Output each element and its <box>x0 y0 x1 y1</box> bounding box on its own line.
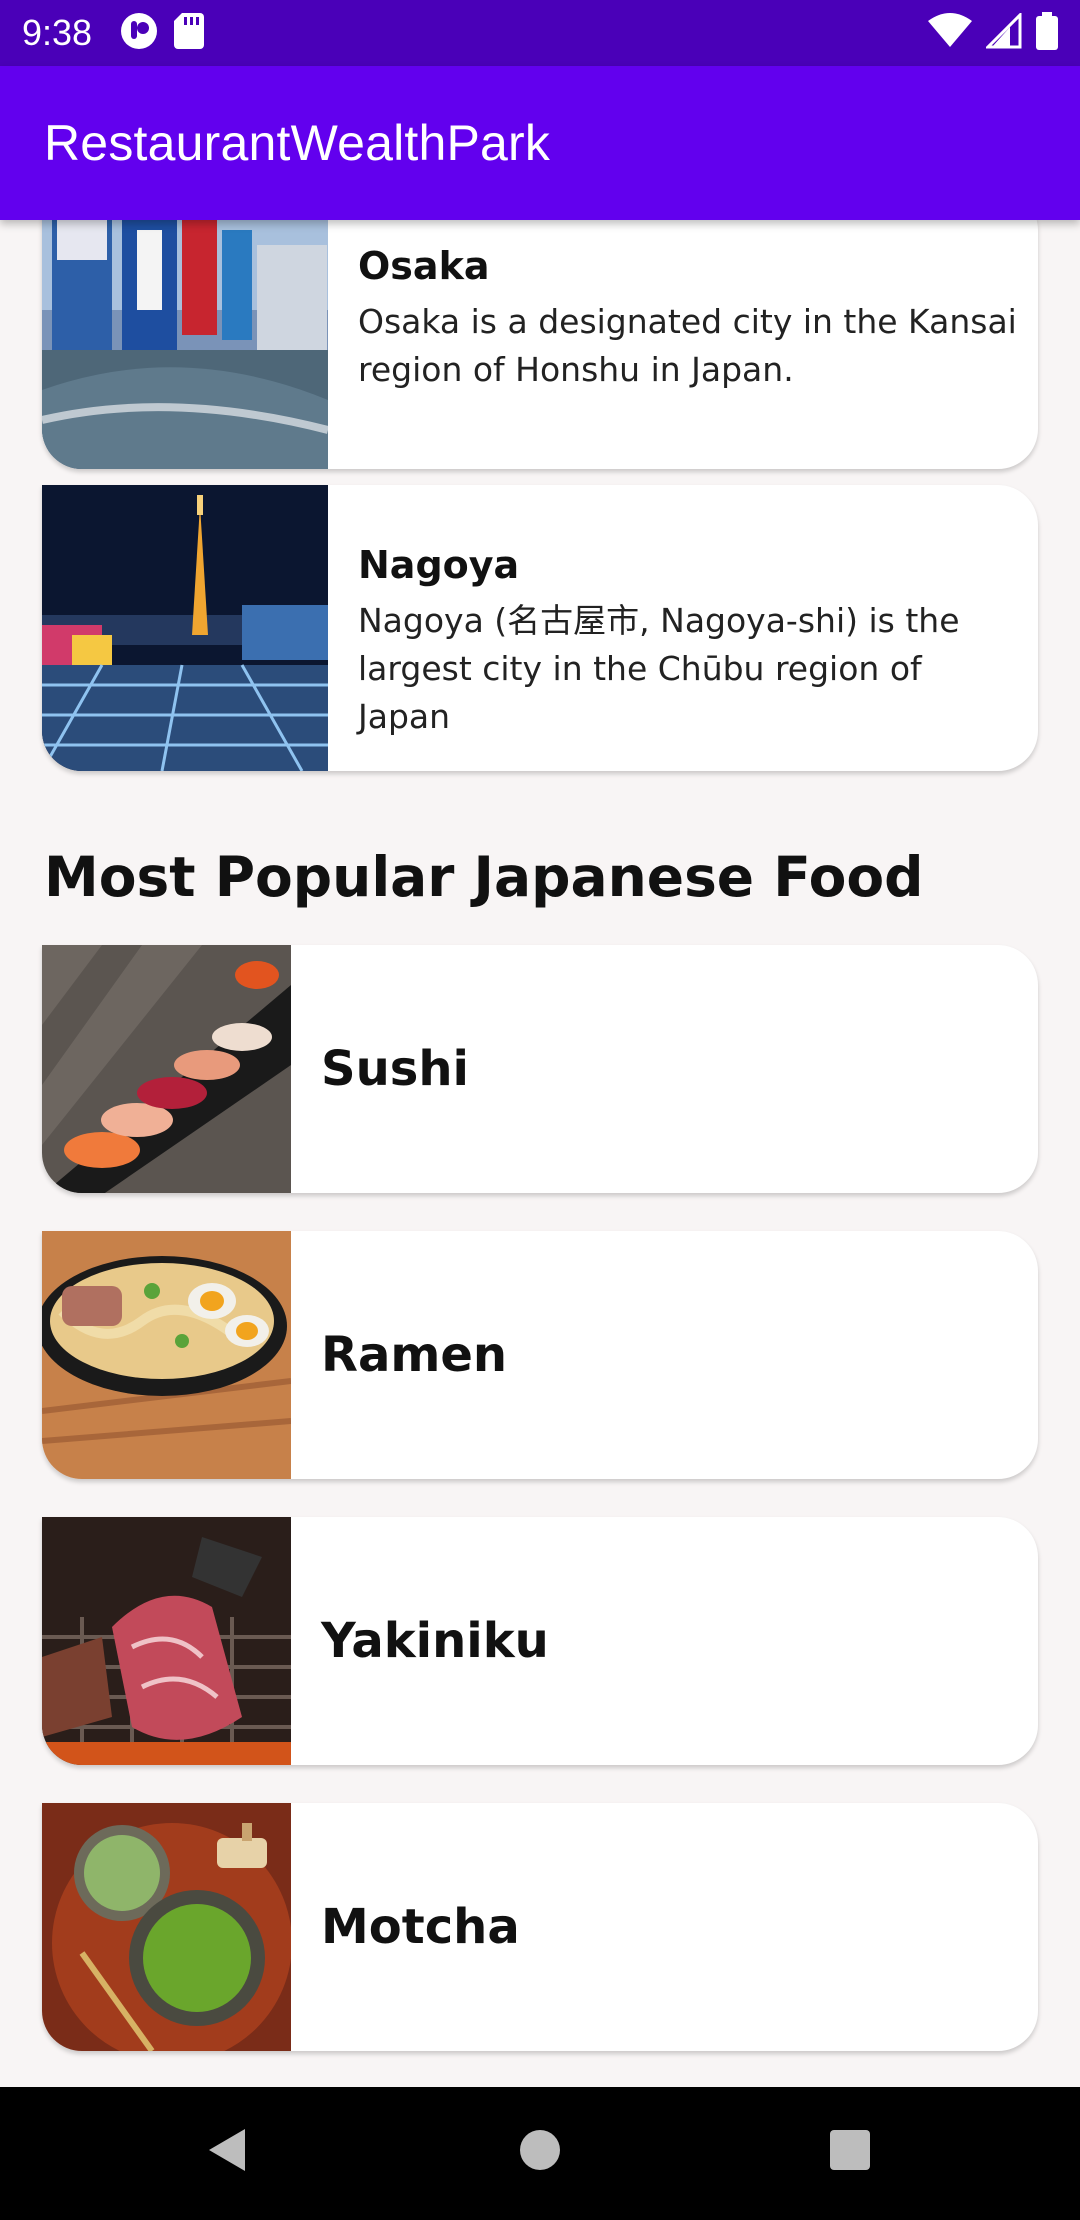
status-time: 9:38 <box>22 12 93 53</box>
wifi-icon <box>928 13 972 53</box>
food-name: Yakiniku <box>321 1613 549 1669</box>
section-title: Most Popular Japanese Food <box>44 845 924 909</box>
nagoya-image <box>42 485 328 771</box>
ramen-image <box>42 1231 291 1479</box>
food-name: Sushi <box>321 1041 469 1097</box>
status-bar: 9:38 <box>0 0 1080 66</box>
notification-app-icon <box>120 12 158 54</box>
city-description: Nagoya (名古屋市, Nagoya-shi) is the largest… <box>358 601 960 736</box>
food-name: Motcha <box>321 1899 520 1955</box>
city-name: Osaka <box>358 244 490 288</box>
yakiniku-image <box>42 1517 291 1765</box>
city-card-nagoya[interactable]: Nagoya Nagoya (名古屋市, Nagoya-shi) is the … <box>42 485 1038 771</box>
city-description: Osaka is a designated city in the Kansai… <box>358 302 1017 389</box>
home-icon[interactable] <box>518 2125 562 2179</box>
food-card-motcha[interactable]: Motcha <box>42 1803 1038 2051</box>
motcha-image <box>42 1803 291 2051</box>
city-name: Nagoya <box>358 543 520 587</box>
recents-icon[interactable] <box>828 2125 872 2179</box>
city-card-osaka[interactable]: Osaka Osaka is a designated city in the … <box>42 220 1038 469</box>
app-bar: RestaurantWealthPark <box>0 66 1080 220</box>
food-card-yakiniku[interactable]: Yakiniku <box>42 1517 1038 1765</box>
food-card-sushi[interactable]: Sushi <box>42 945 1038 1193</box>
content-scroll[interactable]: Osaka Osaka is a designated city in the … <box>0 220 1080 2087</box>
sd-card-icon <box>174 13 205 53</box>
app-title: RestaurantWealthPark <box>44 115 551 171</box>
app-screen: 9:38 RestaurantWealthPark Osaka Osaka is… <box>0 0 1080 2220</box>
cell-signal-icon <box>984 11 1022 53</box>
navigation-bar <box>0 2087 1080 2220</box>
back-icon[interactable] <box>205 2125 249 2179</box>
osaka-image <box>42 220 328 469</box>
food-card-ramen[interactable]: Ramen <box>42 1231 1038 1479</box>
food-name: Ramen <box>321 1327 508 1383</box>
sushi-image <box>42 945 291 1193</box>
battery-icon <box>1036 12 1058 54</box>
